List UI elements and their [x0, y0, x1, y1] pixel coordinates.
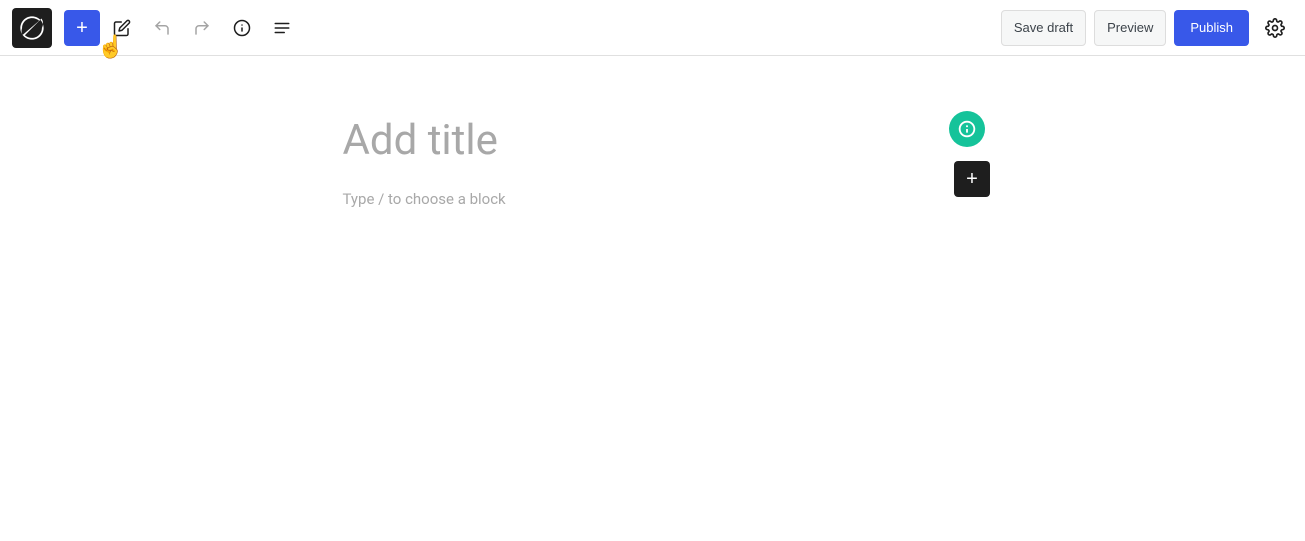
- inline-add-block-button[interactable]: +: [954, 161, 990, 197]
- settings-button[interactable]: [1257, 10, 1293, 46]
- toolbar-left: +: [12, 8, 1001, 48]
- add-block-button[interactable]: +: [64, 10, 100, 46]
- wp-logo[interactable]: [12, 8, 52, 48]
- publish-button[interactable]: Publish: [1174, 10, 1249, 46]
- toolbar: +: [0, 0, 1305, 56]
- undo-button[interactable]: [144, 10, 180, 46]
- info-button[interactable]: [224, 10, 260, 46]
- preview-button[interactable]: Preview: [1094, 10, 1166, 46]
- save-draft-button[interactable]: Save draft: [1001, 10, 1086, 46]
- grammarly-badge[interactable]: [949, 111, 985, 147]
- tools-button[interactable]: [264, 10, 300, 46]
- title-placeholder[interactable]: Add title: [343, 116, 963, 166]
- toolbar-right: Save draft Preview Publish: [1001, 10, 1293, 46]
- editor-inner: Add title Type / to choose a block: [343, 116, 963, 541]
- redo-button[interactable]: [184, 10, 220, 46]
- block-placeholder[interactable]: Type / to choose a block: [343, 190, 963, 208]
- editor-content: Add title Type / to choose a block +: [0, 56, 1305, 541]
- edit-button[interactable]: [104, 10, 140, 46]
